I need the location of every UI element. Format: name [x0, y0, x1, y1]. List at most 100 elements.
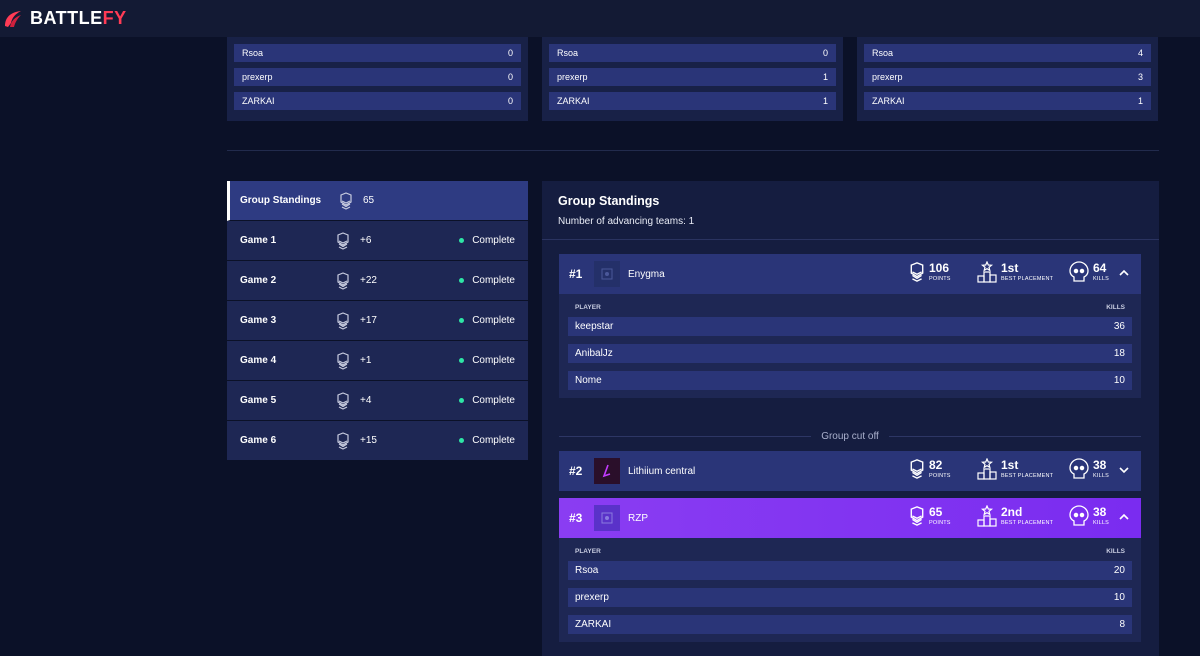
player-name: Rsoa: [242, 48, 264, 58]
battlefy-logo[interactable]: BATTLEFY: [2, 8, 127, 30]
game-list-item-game-5[interactable]: Game 5 +4 Complete: [227, 381, 528, 421]
game-points: +6: [360, 235, 372, 246]
kills-column-header: KILLS: [1106, 304, 1125, 311]
best-placement-label: BEST PLACEMENT: [1001, 520, 1054, 526]
best-placement-label: BEST PLACEMENT: [1001, 473, 1054, 479]
kills-value: 38: [1093, 505, 1107, 519]
team-rank: #1: [569, 267, 583, 281]
team-points: 65 POINTS: [909, 505, 951, 527]
player-row: Rsoa 0: [234, 44, 521, 62]
game-list-item-game-2[interactable]: Game 2 +22 Complete: [227, 261, 528, 301]
player-kills: 0: [507, 48, 513, 58]
kills-label: KILLS: [1093, 276, 1109, 282]
team-header-highlighted[interactable]: #3 RZP 65 POINTS 2nd BEST PLACEMENT 38 KILL…: [559, 498, 1141, 538]
team-kills: 38 KILLS: [1069, 458, 1109, 480]
player-name: Nome: [575, 375, 602, 386]
game-points: +1: [360, 355, 372, 366]
points-chevron-icon: [910, 262, 924, 282]
previous-game-card: Rsoa 0 prexerp 1 ZARKAI 1: [542, 37, 843, 121]
team-header[interactable]: #1 Enygma 106 POINTS 1st BEST PLACEMENT 64…: [559, 254, 1141, 294]
players-table: PLAYER KILLS keepstar 36 AnibalJz 18 Nome 10: [559, 294, 1141, 398]
skull-icon: [1069, 261, 1089, 282]
previous-game-card: Rsoa 0 prexerp 0 ZARKAI 0: [227, 37, 528, 121]
player-kills: 20: [1113, 565, 1125, 576]
points-chevron-icon: [332, 311, 354, 330]
points-chevron-icon: [332, 391, 354, 410]
advancing-teams-text: Number of advancing teams: 1: [558, 216, 695, 227]
group-cutoff-label: Group cut off: [821, 431, 879, 442]
team-header[interactable]: #2 Lithiium central 82 POINTS 1st BEST PLA…: [559, 451, 1141, 491]
player-kills: 10: [1113, 592, 1125, 603]
chevron-up-icon[interactable]: [1119, 268, 1129, 280]
player-name: ZARKAI: [242, 96, 275, 106]
chevron-down-icon[interactable]: [1119, 465, 1129, 477]
player-column-header: PLAYER: [575, 548, 601, 555]
status-dot-icon: [459, 438, 465, 443]
points-label: POINTS: [929, 520, 951, 526]
points-chevron-icon: [335, 191, 357, 210]
status-text: Complete: [472, 235, 515, 246]
status-badge: Complete: [459, 235, 528, 246]
podium-icon: [977, 505, 997, 527]
player-name: prexerp: [557, 72, 588, 82]
team-best-placement: 1st BEST PLACEMENT: [977, 261, 1053, 283]
standings-header: Group Standings Number of advancing team…: [542, 181, 1159, 240]
player-name: prexerp: [575, 592, 609, 603]
group-standings-panel: Group Standings Number of advancing team…: [542, 181, 1159, 656]
status-text: Complete: [472, 315, 515, 326]
player-kills: 0: [507, 72, 513, 82]
brand-name-prefix: BATTLE: [30, 8, 103, 28]
top-navbar: BATTLEFY: [0, 0, 1200, 37]
status-badge: Complete: [459, 315, 528, 326]
team-logo: [594, 505, 620, 531]
table-row: AnibalJz 18: [568, 344, 1132, 363]
player-row: prexerp 1: [549, 68, 836, 86]
game-list-item-group-standings[interactable]: Group Standings 65: [227, 181, 528, 221]
points-chevron-icon: [910, 459, 924, 479]
table-row: ZARKAI 8: [568, 615, 1132, 634]
podium-icon: [977, 261, 997, 283]
table-row: keepstar 36: [568, 317, 1132, 336]
player-kills: 0: [822, 48, 828, 58]
game-label: Game 4: [240, 355, 277, 366]
player-kills: 1: [822, 72, 828, 82]
game-list-item-game-3[interactable]: Game 3 +17 Complete: [227, 301, 528, 341]
status-badge: Complete: [459, 275, 528, 286]
cutoff-line-left: [559, 436, 812, 437]
chevron-up-icon[interactable]: [1119, 512, 1129, 524]
points-label: POINTS: [929, 473, 951, 479]
team-rank: #3: [569, 511, 583, 525]
team-best-placement: 2nd BEST PLACEMENT: [977, 505, 1053, 527]
group-cutoff-divider: Group cut off: [559, 431, 1142, 442]
team-rank: #2: [569, 464, 583, 478]
status-badge: Complete: [459, 355, 528, 366]
game-list-item-game-1[interactable]: Game 1 +6 Complete: [227, 221, 528, 261]
status-dot-icon: [459, 318, 465, 323]
battlefy-wing-icon: [5, 10, 21, 27]
game-list-item-game-6[interactable]: Game 6 +15 Complete: [227, 421, 528, 461]
standings-title: Group Standings: [558, 194, 660, 208]
best-placement-label: BEST PLACEMENT: [1001, 276, 1054, 282]
points-chevron-icon: [910, 506, 924, 526]
player-kills: 3: [1137, 72, 1143, 82]
player-kills: 1: [822, 96, 828, 106]
section-divider: [227, 150, 1159, 151]
player-name: Rsoa: [557, 48, 579, 58]
player-row: Rsoa 0: [549, 44, 836, 62]
player-row: ZARKAI 1: [549, 92, 836, 110]
best-placement-value: 1st: [1001, 458, 1019, 472]
table-row: prexerp 10: [568, 588, 1132, 607]
team-name: RZP: [628, 512, 648, 524]
team-name: Lithiium central: [628, 465, 696, 477]
player-name: Rsoa: [575, 565, 599, 576]
game-list: Group Standings 65 Game 1 +6 Complete Ga…: [227, 181, 528, 461]
team-logo: [594, 458, 620, 484]
cutoff-line-right: [888, 436, 1142, 437]
kills-label: KILLS: [1093, 473, 1109, 479]
game-list-item-game-4[interactable]: Game 4 +1 Complete: [227, 341, 528, 381]
players-table: PLAYER KILLS Rsoa 20 prexerp 10 ZARKAI 8: [559, 538, 1141, 642]
status-badge: Complete: [459, 395, 528, 406]
player-name: ZARKAI: [557, 96, 590, 106]
table-row: Nome 10: [568, 371, 1132, 390]
best-placement-value: 2nd: [1001, 505, 1023, 519]
